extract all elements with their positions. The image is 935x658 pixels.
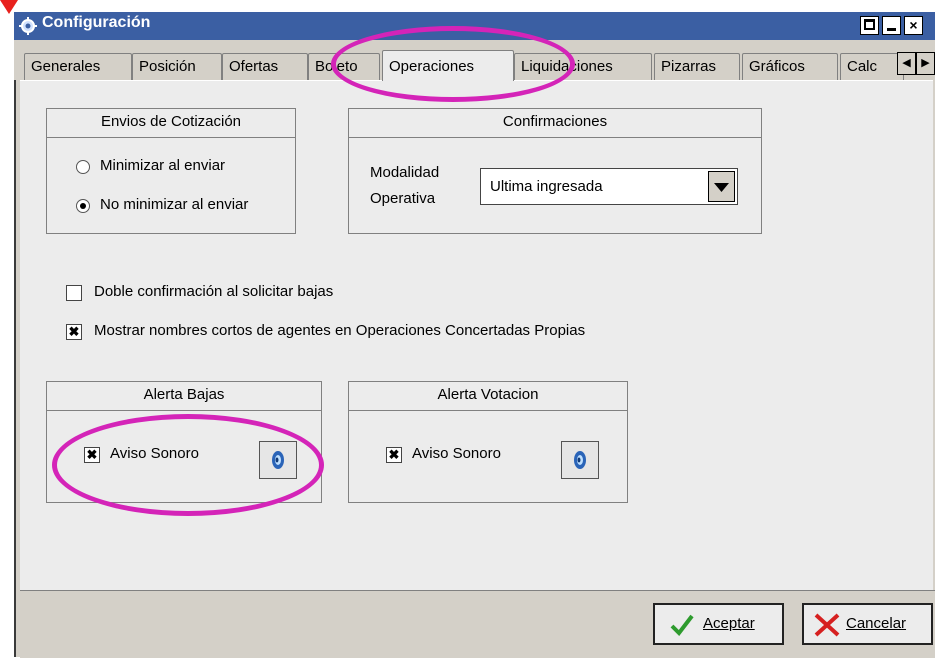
radio-label: No minimizar al enviar bbox=[100, 196, 249, 213]
tab-generales[interactable]: Generales bbox=[24, 53, 132, 80]
cancelar-label: Cancelar bbox=[846, 615, 907, 632]
alerta-bajas-aviso-checkbox[interactable]: ✖ bbox=[84, 447, 100, 463]
group-title: Alerta Votacion bbox=[349, 382, 627, 411]
tab-operaciones[interactable]: Operaciones bbox=[382, 50, 514, 81]
tab-pizarras[interactable]: Pizarras bbox=[654, 53, 740, 80]
speaker-icon bbox=[574, 451, 586, 469]
tab-label: Ofertas bbox=[229, 58, 279, 75]
mostrar-nombres-checkbox[interactable]: ✖ bbox=[66, 324, 82, 340]
maximize-icon bbox=[864, 19, 875, 30]
mostrar-nombres-label: Mostrar nombres cortos de agentes en Ope… bbox=[94, 322, 586, 339]
tab-calc[interactable]: Calc bbox=[840, 53, 904, 80]
close-button[interactable]: × bbox=[904, 16, 923, 35]
modalidad-dropdown-button[interactable] bbox=[708, 171, 735, 202]
title-bar[interactable] bbox=[14, 12, 935, 41]
arrow-right-icon: ▶ bbox=[921, 57, 930, 69]
radio-minimizar[interactable] bbox=[76, 160, 90, 174]
tab-scroll-right-button[interactable]: ▶ bbox=[916, 52, 935, 75]
radio-label: Minimizar al enviar bbox=[100, 157, 226, 174]
group-title: Alerta Bajas bbox=[47, 382, 321, 411]
tab-label: Liquidaciones bbox=[521, 58, 613, 75]
red-x-icon bbox=[814, 613, 840, 637]
minimize-button[interactable] bbox=[882, 16, 901, 35]
window-title: Configuración bbox=[42, 14, 151, 31]
minimize-icon bbox=[887, 28, 896, 31]
aceptar-label: Aceptar bbox=[703, 615, 755, 632]
tab-ofertas[interactable]: Ofertas bbox=[222, 53, 308, 80]
tab-graficos[interactable]: Gráficos bbox=[742, 53, 838, 80]
modalidad-select-value: Ultima ingresada bbox=[490, 178, 603, 195]
tab-liquidaciones[interactable]: Liquidaciones bbox=[514, 53, 652, 80]
tab-posicion[interactable]: Posición bbox=[132, 53, 222, 80]
gear-icon bbox=[19, 17, 37, 35]
tab-boleto[interactable]: Boleto bbox=[308, 53, 380, 80]
tab-label: Posición bbox=[139, 58, 196, 75]
alerta-bajas-aviso-label: Aviso Sonoro bbox=[110, 445, 199, 462]
speaker-icon bbox=[272, 451, 284, 469]
maximize-button[interactable] bbox=[860, 16, 879, 35]
dialog-footer bbox=[20, 590, 935, 658]
radio-no-minimizar[interactable] bbox=[76, 199, 90, 213]
doble-confirmacion-checkbox[interactable] bbox=[66, 285, 82, 301]
alerta-votacion-aviso-checkbox[interactable]: ✖ bbox=[386, 447, 402, 463]
alerta-bajas-sound-button[interactable] bbox=[259, 441, 297, 479]
aceptar-button[interactable]: Aceptar bbox=[653, 603, 784, 645]
alerta-votacion-sound-button[interactable] bbox=[561, 441, 599, 479]
tab-label: Calc bbox=[847, 58, 878, 75]
cancelar-button[interactable]: Cancelar bbox=[802, 603, 933, 645]
tab-label: Operaciones bbox=[389, 58, 475, 75]
tab-label: Boleto bbox=[315, 58, 358, 75]
checkmark-icon bbox=[670, 614, 694, 637]
check-mark-icon: ✖ bbox=[388, 447, 400, 462]
chevron-down-icon bbox=[714, 183, 729, 192]
tab-label: Pizarras bbox=[661, 58, 717, 75]
alerta-votacion-aviso-label: Aviso Sonoro bbox=[412, 445, 501, 462]
modalidad-label: Modalidad bbox=[370, 164, 440, 181]
check-mark-icon: ✖ bbox=[68, 324, 80, 339]
doble-confirmacion-label: Doble confirmación al solicitar bajas bbox=[94, 283, 334, 300]
operativa-label: Operativa bbox=[370, 190, 436, 207]
close-icon: × bbox=[909, 17, 918, 33]
group-title: Envios de Cotización bbox=[47, 109, 295, 138]
tab-label: Gráficos bbox=[749, 58, 805, 75]
tab-scroll-left-button[interactable]: ◀ bbox=[897, 52, 916, 75]
check-mark-icon: ✖ bbox=[86, 447, 98, 462]
tab-label: Generales bbox=[31, 58, 101, 75]
arrow-left-icon: ◀ bbox=[902, 57, 911, 69]
group-title: Confirmaciones bbox=[349, 109, 761, 138]
